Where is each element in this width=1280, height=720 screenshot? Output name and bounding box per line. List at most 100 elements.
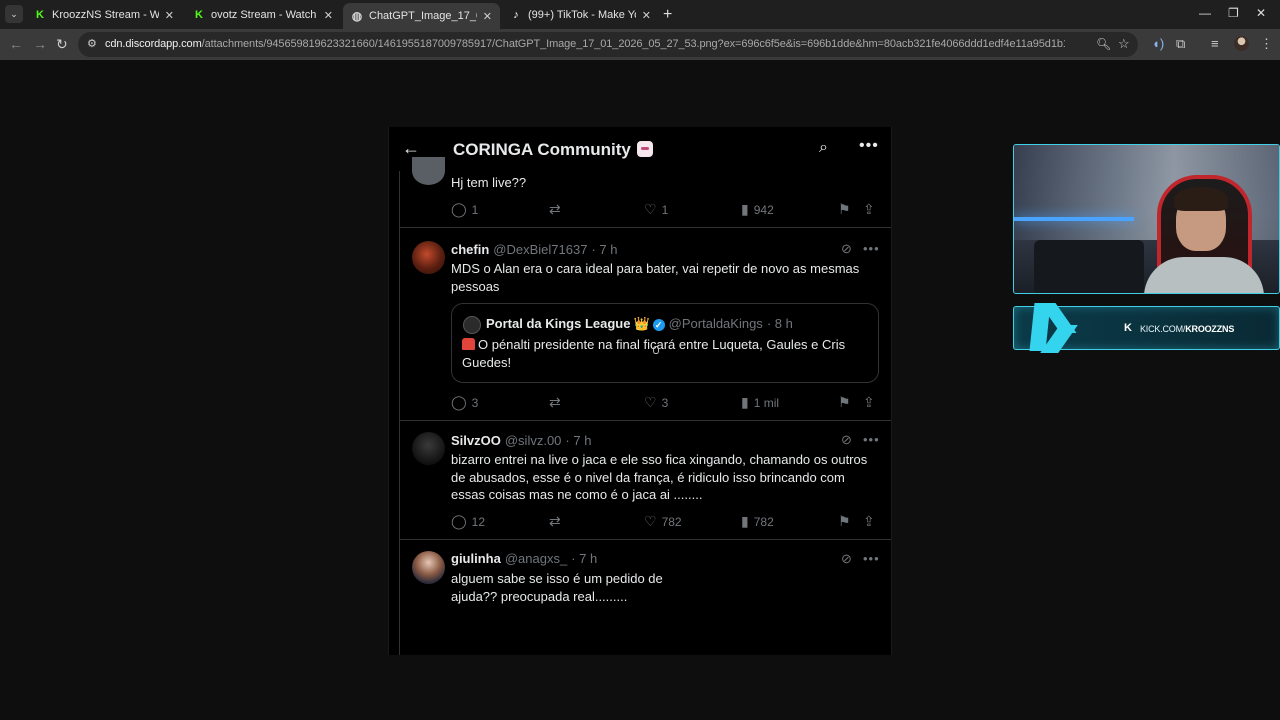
window-close-button[interactable]: ✕ bbox=[1256, 6, 1266, 20]
tab-chatgpt-image[interactable]: ◍ ChatGPT_Image_17_01_2026_0 ✕ bbox=[343, 3, 500, 29]
zoom-icon[interactable]: 🔍︎ bbox=[1096, 37, 1111, 51]
url-host: cdn.discordapp.com bbox=[105, 38, 202, 50]
analytics-icon: ▮ bbox=[741, 201, 749, 217]
author-name: chefin bbox=[451, 242, 490, 257]
channel-url-name: KROOZZNS bbox=[1185, 324, 1235, 334]
share-icon: ⇪ bbox=[863, 201, 875, 217]
reload-button[interactable]: ↻ bbox=[56, 36, 68, 53]
tweet-time: · 7 h bbox=[565, 433, 592, 448]
channel-url: KICK.COM/KROOZZNS bbox=[1140, 324, 1234, 334]
repost-action: ⇄ bbox=[549, 394, 566, 411]
quoted-text-block: O pénalti presidente na final ficará ent… bbox=[462, 336, 872, 371]
column-border-left bbox=[399, 171, 400, 655]
minimize-button[interactable]: — bbox=[1199, 6, 1211, 20]
reply-icon: ◯ bbox=[451, 201, 467, 217]
kick-icon: K bbox=[1124, 322, 1132, 334]
tab-kroozzns[interactable]: K KroozzNS Stream - Watch Live ✕ bbox=[26, 3, 182, 27]
bookmark-icon: ⚑ bbox=[838, 513, 851, 529]
more-icon: ••• bbox=[863, 432, 880, 447]
tweet-text: MDS o Alan era o cara ideal para bater, … bbox=[451, 261, 860, 294]
community-title-text: CORINGA Community bbox=[453, 140, 631, 159]
back-button[interactable]: ← bbox=[9, 36, 23, 52]
bookmark-icon: ⚑ bbox=[838, 394, 851, 410]
tab-strip: ⌄ K KroozzNS Stream - Watch Live ✕ K ovo… bbox=[0, 0, 1280, 29]
channel-banner: K KICK.COM/KROOZZNS bbox=[1013, 303, 1280, 353]
author-handle: @anagxs_ bbox=[504, 551, 568, 566]
tiktok-icon: ♪ bbox=[513, 9, 519, 21]
led-strip bbox=[1014, 217, 1134, 221]
repost-icon: ⇄ bbox=[549, 394, 561, 410]
k-logo-icon bbox=[1029, 303, 1088, 355]
repost-icon: ⇄ bbox=[549, 513, 561, 529]
repost-action: ⇄ bbox=[549, 201, 566, 218]
like-action: ♡ 3 bbox=[644, 394, 668, 411]
url-text: cdn.discordapp.com/attachments/945659819… bbox=[105, 38, 1065, 50]
tweet-actions: ◯ 12 ⇄ ♡ 782 ▮ 782 ⚑ ⇪ bbox=[451, 513, 883, 531]
address-bar[interactable]: ⚙ cdn.discordapp.com/attachments/9456598… bbox=[78, 32, 1138, 57]
tab-title: ChatGPT_Image_17_01_2026_0 bbox=[369, 10, 477, 22]
quoted-author: Portal da Kings League 👑 ✓ @PortaldaKings · … bbox=[486, 316, 793, 332]
avatar bbox=[463, 316, 481, 334]
clown-emoji-icon bbox=[636, 141, 653, 157]
author-handle: @DexBiel71637 bbox=[493, 242, 588, 257]
views-action: ▮ 1 mil bbox=[741, 394, 779, 411]
kick-icon: K bbox=[195, 9, 203, 21]
reply-action: ◯ 1 bbox=[451, 201, 478, 218]
repost-action: ⇄ bbox=[549, 513, 566, 530]
avatar bbox=[412, 241, 445, 274]
author-handle: @silvz.00 bbox=[504, 433, 562, 448]
url-path: /attachments/945659819623321660/14619551… bbox=[201, 38, 1065, 50]
globe-icon: ◍ bbox=[351, 9, 363, 23]
close-icon[interactable]: ✕ bbox=[642, 9, 651, 22]
forward-button[interactable]: → bbox=[33, 36, 47, 52]
media-control-icon[interactable]: ◖) bbox=[1152, 36, 1164, 51]
grok-icon: ⊘ bbox=[841, 241, 852, 256]
view-count: 1 mil bbox=[753, 395, 780, 410]
tweet-author: SilvzOO @silvz.00 · 7 h bbox=[451, 433, 591, 448]
tab-tiktok[interactable]: ♪ (99+) TikTok - Make Your Day ✕ bbox=[502, 3, 659, 27]
tweet-text: alguem sabe se isso é um pedido de ajuda… bbox=[451, 571, 663, 604]
restore-button[interactable]: ❐ bbox=[1228, 6, 1239, 20]
heart-icon: ♡ bbox=[644, 201, 657, 217]
screenshot-image: ← CORINGA Community ⌕ ••• Hj tem live?? … bbox=[388, 127, 892, 655]
channel-url-prefix: KICK.COM/ bbox=[1140, 324, 1186, 334]
tab-ovotz[interactable]: K ovotz Stream - Watch Live on K ✕ bbox=[185, 3, 341, 27]
reply-icon: ◯ bbox=[451, 394, 467, 410]
tweet-text: Hj tem live?? bbox=[451, 175, 527, 190]
like-count: 782 bbox=[661, 514, 682, 529]
heart-icon: ♡ bbox=[644, 513, 657, 529]
share-icon: ⇪ bbox=[863, 394, 875, 410]
author-name: SilvzOO bbox=[451, 433, 501, 448]
avatar bbox=[412, 551, 445, 584]
bookmark-star-icon[interactable]: ☆ bbox=[1118, 36, 1130, 52]
reading-list-icon[interactable]: ≡ bbox=[1211, 36, 1219, 51]
close-icon[interactable]: ✕ bbox=[483, 10, 492, 23]
tab-title: KroozzNS Stream - Watch Live bbox=[52, 9, 159, 21]
close-icon[interactable]: ✕ bbox=[324, 9, 333, 22]
view-count: 782 bbox=[753, 514, 774, 529]
author-name: giulinha bbox=[451, 551, 501, 566]
tweet-author: chefin @DexBiel71637 · 7 h bbox=[451, 242, 617, 257]
tweet-time: · 7 h bbox=[571, 551, 598, 566]
reply-icon: ◯ bbox=[451, 513, 467, 529]
views-action: ▮ 942 bbox=[741, 201, 774, 218]
more-icon: ••• bbox=[863, 551, 880, 566]
profile-avatar[interactable] bbox=[1234, 36, 1249, 51]
like-action: ♡ 1 bbox=[644, 201, 668, 218]
browser-toolbar: ← → ↻ ⚙ cdn.discordapp.com/attachments/9… bbox=[0, 29, 1280, 60]
search-icon: ⌕ bbox=[819, 139, 828, 156]
back-arrow-icon: ← bbox=[402, 138, 420, 158]
extensions-icon[interactable]: ⧉ bbox=[1176, 36, 1185, 52]
bookmark-icon: ⚑ bbox=[838, 201, 851, 217]
crown-emoji-icon: 👑 bbox=[633, 316, 650, 331]
reply-action: ◯ 12 bbox=[451, 513, 485, 530]
new-tab-button[interactable]: + bbox=[663, 6, 672, 24]
grok-icon: ⊘ bbox=[841, 432, 852, 447]
site-info-icon[interactable]: ⚙ bbox=[87, 37, 97, 50]
close-icon[interactable]: ✕ bbox=[165, 9, 174, 22]
community-title: CORINGA Community bbox=[453, 140, 653, 160]
tab-search-button[interactable]: ⌄ bbox=[5, 5, 23, 23]
share-icon: ⇪ bbox=[863, 513, 875, 529]
grok-icon: ⊘ bbox=[841, 551, 852, 566]
menu-kebab-icon[interactable]: ⋮ bbox=[1260, 36, 1273, 52]
